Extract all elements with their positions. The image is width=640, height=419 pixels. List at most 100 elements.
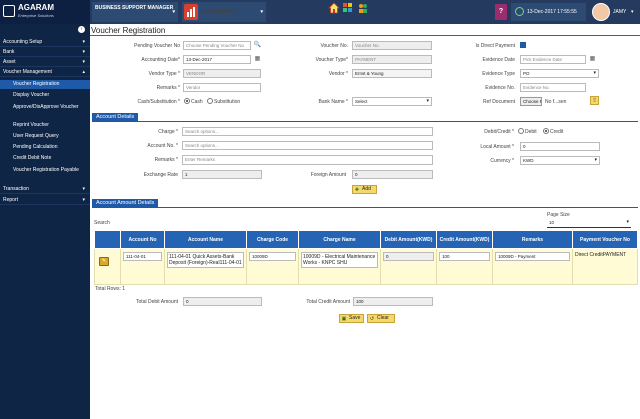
add-icon: ✚ <box>354 187 360 193</box>
account-remarks-input[interactable]: Enter Remarks <box>182 155 433 165</box>
module-selector[interactable]: BUSINESS SUPPORT MANAGER ▾ <box>92 2 178 22</box>
choose-file-button[interactable]: Choose File <box>520 97 542 106</box>
sidebar-sub-pending-calculation[interactable]: Pending Calculation <box>0 143 90 152</box>
column-header[interactable]: Debit Amount(KWD) <box>380 230 437 249</box>
chevron-down-icon: ▾ <box>593 70 596 76</box>
is-direct-payment-label: Is Direct Payment <box>475 43 515 49</box>
vendor-input[interactable]: Ernst & Young <box>352 69 432 78</box>
evidence-type-select[interactable]: PO ▾ <box>520 69 599 78</box>
column-header[interactable]: Account No <box>120 230 165 249</box>
bank-name-label: Bank Name * <box>318 99 348 105</box>
sidebar-sub-voucher-registration[interactable]: Voucher Registration <box>0 80 90 89</box>
add-button[interactable]: ✚ Add <box>352 185 377 194</box>
calendar-icon[interactable]: ▦ <box>588 55 597 64</box>
logo-mark-icon <box>3 5 15 17</box>
sidebar-collapse-icon[interactable]: ‹ <box>78 26 85 33</box>
column-header[interactable]: Remarks <box>492 230 573 249</box>
vendor-type-label: Vendor Type * <box>148 71 180 77</box>
sidebar-item-label: Voucher Management <box>3 69 52 75</box>
bank-name-select[interactable]: Select ▾ <box>352 97 432 106</box>
table-header-row: Account No Account Name Charge Code Char… <box>94 230 638 249</box>
column-header[interactable]: Account Name <box>164 230 247 249</box>
foreign-amount-input[interactable]: 0 <box>352 170 433 179</box>
chevron-down-icon: ▾ <box>82 186 85 192</box>
clear-button[interactable]: ↺ Clear <box>367 314 395 323</box>
local-amount-label: Local Amount * <box>480 144 514 150</box>
charge-code-cell-input[interactable]: 10009D <box>249 252 296 261</box>
column-header[interactable]: Credit Amount(KWD) <box>436 230 493 249</box>
app-selector[interactable]: ACCOUNTING ▾ <box>182 2 266 22</box>
is-direct-payment-checkbox[interactable] <box>520 42 526 48</box>
search-icon[interactable]: 🔍 <box>253 41 262 50</box>
sidebar-item-asset[interactable]: Asset ▾ <box>0 58 90 67</box>
sidebar-sub-user-request-query[interactable]: User Request Query <box>0 132 90 141</box>
sidebar-sub-reprint-voucher[interactable]: Reprint Voucher <box>0 121 90 130</box>
total-credit-input[interactable]: 100 <box>353 297 433 306</box>
sidebar-item-transaction[interactable]: Transaction ▾ <box>0 185 90 194</box>
sidebar-sub-approve-voucher[interactable]: Approve/DisApprove Voucher <box>0 102 90 118</box>
upload-icon[interactable]: ⇧ <box>590 96 599 105</box>
total-debit-input[interactable]: 0 <box>183 297 262 306</box>
vendor-type-input[interactable]: VENDOR <box>183 69 261 78</box>
voucher-type-input[interactable]: PAYMENT <box>352 55 432 64</box>
account-no-cell: 111-04-01 <box>120 248 165 285</box>
user-menu[interactable]: JAMY ▾ <box>590 2 640 22</box>
currency-select[interactable]: KWD ▾ <box>520 156 600 165</box>
currency-value: KWD <box>523 158 534 163</box>
remarks-cell-input[interactable]: 10009D - Payment <box>495 252 570 261</box>
apps-grid-icon[interactable] <box>343 3 353 13</box>
chevron-down-icon: ▾ <box>594 157 597 163</box>
charge-label: Charge * <box>158 129 178 135</box>
sidebar-item-voucher-management[interactable]: Voucher Management ▴ <box>0 68 90 77</box>
sidebar: Accounting Setup ▾ ‹ Bank ▾ Asset ▾ Voucher… <box>0 24 90 419</box>
column-header[interactable]: Payment Voucher No <box>572 230 638 249</box>
sidebar-item-report[interactable]: Report ▾ <box>0 196 90 205</box>
accounting-app-icon <box>184 4 198 20</box>
substitution-radio[interactable] <box>207 98 213 104</box>
sidebar-item-label: Accounting Setup <box>3 39 43 45</box>
local-amount-input[interactable]: 0 <box>520 142 600 151</box>
account-no-input[interactable]: Search options... <box>182 141 433 150</box>
page-size-select[interactable]: 10 ▾ <box>547 219 631 228</box>
save-button[interactable]: ▣ Save <box>339 314 364 323</box>
clear-button-label: Clear <box>377 315 389 321</box>
evidence-no-input[interactable]: Evidence No. <box>520 83 586 92</box>
pending-voucher-no-input[interactable]: Choose Pending Voucher No <box>183 41 251 50</box>
sidebar-item-accounting-setup[interactable]: Accounting Setup ▾ <box>0 38 90 47</box>
credit-cell-input[interactable]: 100 <box>439 252 490 261</box>
debit-radio[interactable] <box>518 128 524 134</box>
logo[interactable]: AGARAM Enterprise Solutions <box>0 0 90 24</box>
sidebar-sub-voucher-registration-payable[interactable]: Voucher Registration Payable <box>0 165 90 181</box>
cash-radio[interactable] <box>184 98 190 104</box>
evidence-type-value: PO <box>523 71 530 76</box>
column-header[interactable]: Charge Code <box>246 230 299 249</box>
help-button[interactable]: ? <box>495 4 507 20</box>
evidence-date-input[interactable]: Pick Evidence Date <box>520 55 586 64</box>
credit-radio[interactable] <box>543 128 549 134</box>
chevron-down-icon: ▾ <box>82 59 85 65</box>
sidebar-item-label: Report <box>3 197 19 203</box>
datetime-display: 13-Dec-2017 17:55:55 <box>511 3 586 21</box>
sidebar-sub-display-voucher[interactable]: Display Voucher <box>0 91 90 100</box>
accounting-date-input[interactable]: 13-Dec-2017 <box>183 55 251 64</box>
column-header[interactable]: Charge Name <box>298 230 381 249</box>
exchange-rate-input[interactable]: 1 <box>182 170 262 179</box>
foreign-amount-label: Foreign Amount <box>310 172 346 178</box>
account-no-cell-input[interactable]: 111-04-01 <box>123 252 162 261</box>
sidebar-item-bank[interactable]: Bank ▾ <box>0 48 90 57</box>
charge-input[interactable]: Search options... <box>182 127 433 136</box>
calendar-icon[interactable]: ▦ <box>253 55 262 64</box>
charge-name-cell-text[interactable]: 10009D - Electrical Maintenance Works - … <box>301 252 378 268</box>
credit-cell: 100 <box>436 248 493 285</box>
cash-radio-label: Cash <box>191 99 203 105</box>
clock-icon <box>515 7 524 16</box>
charge-name-cell: 10009D - Electrical Maintenance Works - … <box>298 248 381 285</box>
debit-cell-input[interactable]: 0 <box>383 252 434 261</box>
sidebar-sub-credit-debit-note[interactable]: Credit Debit Note <box>0 154 90 163</box>
home-icon[interactable] <box>328 2 340 14</box>
voucher-no-input[interactable]: Voucher No. <box>352 41 432 50</box>
edit-icon[interactable]: ✎ <box>99 257 109 266</box>
account-name-cell-text[interactable]: 111-04-01 Quick Assets-Bank Deposit (For… <box>167 252 244 268</box>
remarks-input[interactable]: Vendor <box>183 83 261 92</box>
people-icon[interactable] <box>357 2 369 14</box>
